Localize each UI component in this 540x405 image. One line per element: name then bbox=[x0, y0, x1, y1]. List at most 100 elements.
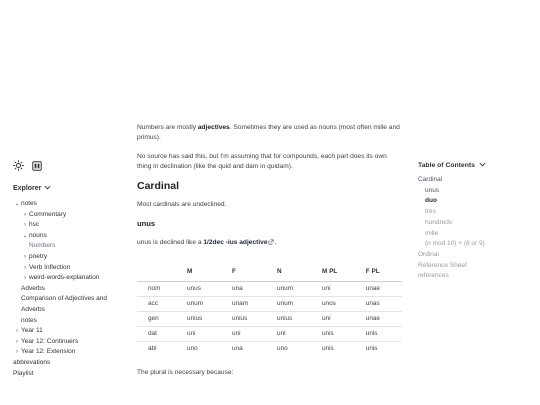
toc-item-unus[interactable]: unus bbox=[418, 186, 528, 197]
tree-file-numbers[interactable]: Numbers bbox=[13, 241, 125, 252]
table-cell: unos bbox=[311, 295, 355, 311]
tree-item-label: Year 12: Continuers bbox=[21, 337, 79, 345]
tree-folder-commentary[interactable]: › Commentary bbox=[13, 210, 125, 221]
table-cell: unius bbox=[176, 310, 222, 326]
table-cell: gen bbox=[137, 310, 177, 326]
table-cell: unae bbox=[354, 310, 397, 326]
heading-unus: unus bbox=[137, 219, 156, 228]
table-cell: unam bbox=[221, 295, 267, 311]
table-row: gen unius unius unius uni unae un bbox=[137, 310, 402, 326]
tree-item-label: poetry bbox=[29, 252, 48, 260]
table-cell: un bbox=[396, 325, 402, 341]
toc-item-references[interactable]: references bbox=[418, 271, 528, 282]
table-cell: uni bbox=[221, 325, 267, 341]
chevron-right-icon: › bbox=[16, 338, 18, 345]
tree-file-abbrevations[interactable]: abbrevations bbox=[13, 358, 125, 369]
tree-item-label: Comparison of Adjectives and Adverbs bbox=[21, 295, 107, 313]
table-cell: unum bbox=[266, 280, 311, 296]
tree-item-label: notes bbox=[21, 316, 37, 324]
table-row: abl uno una uno unis unis un bbox=[137, 340, 402, 356]
tree-folder-hsc[interactable]: › hsc bbox=[13, 220, 125, 231]
tree-folder-year-12-extension[interactable]: › Year 12: Extension bbox=[13, 347, 125, 358]
tree-folder-year-12-continuers[interactable]: › Year 12: Continuers bbox=[13, 337, 125, 348]
link-ius-adjective[interactable]: 1/2dec -ius adjective bbox=[203, 239, 274, 246]
file-tree: ⌄ notes › Commentary › hsc ⌄ nouns Numbers ›… bbox=[13, 199, 125, 379]
declension-table-container[interactable]: M F N M PL F PL N nom unus una unum uni … bbox=[137, 264, 402, 356]
table-cell: abl bbox=[137, 340, 177, 356]
table-cell: acc bbox=[137, 295, 177, 311]
sidebar-toolbar bbox=[13, 160, 42, 171]
tree-folder-poetry[interactable]: › poetry bbox=[13, 252, 125, 263]
table-cell: unis bbox=[311, 340, 355, 356]
chevron-right-icon: › bbox=[24, 222, 26, 229]
tree-folder-nouns[interactable]: ⌄ nouns bbox=[13, 231, 125, 242]
link-text: 1/2dec -ius adjective bbox=[203, 239, 268, 246]
table-cell: unas bbox=[354, 295, 397, 311]
sun-icon[interactable] bbox=[13, 160, 24, 171]
toc-item-hundreds[interactable]: hundreds bbox=[418, 218, 528, 229]
table-cell: un bbox=[396, 295, 402, 311]
text: Numbers are mostly bbox=[137, 124, 198, 131]
chevron-down-icon: ⌄ bbox=[14, 201, 20, 207]
table-cell: unum bbox=[176, 295, 222, 311]
chevron-right-icon: › bbox=[24, 264, 26, 271]
table-cell: una bbox=[221, 340, 267, 356]
tree-folder-notes[interactable]: ⌄ notes bbox=[13, 199, 125, 210]
chevron-right-icon: › bbox=[24, 253, 26, 260]
toc-item-ordinal[interactable]: Ordinal bbox=[418, 250, 528, 261]
chevron-right-icon: › bbox=[16, 349, 18, 356]
table-header-row: M F N M PL F PL N bbox=[137, 264, 402, 281]
toc-item-duo[interactable]: duo bbox=[418, 196, 528, 207]
toc-item-mille[interactable]: mille bbox=[418, 229, 528, 240]
declension-table: M F N M PL F PL N nom unus una unum uni … bbox=[137, 264, 402, 356]
tree-item-label: Playlist bbox=[13, 369, 34, 377]
tree-file-playlist[interactable]: Playlist bbox=[13, 369, 125, 380]
tree-folder-year-11[interactable]: › Year 11 bbox=[13, 326, 125, 337]
toc-item-tres[interactable]: tres bbox=[418, 207, 528, 218]
tree-file-adverbs[interactable]: Adverbs bbox=[13, 284, 125, 295]
toc-toggle[interactable]: Table of Contents bbox=[418, 162, 486, 169]
column-header: N bbox=[277, 268, 282, 276]
tree-folder-verb-inflection[interactable]: › Verb Inflection bbox=[13, 263, 125, 274]
tree-file-notes[interactable]: notes bbox=[13, 316, 125, 327]
table-cell: uni bbox=[266, 325, 311, 341]
tree-item-label: Commentary bbox=[29, 210, 67, 218]
paragraph-compounds: No source has said this, but I'm assumin… bbox=[137, 153, 387, 170]
table-cell: uno bbox=[176, 340, 222, 356]
table-cell: unae bbox=[354, 280, 397, 296]
table-cell: uni bbox=[311, 310, 355, 326]
paragraph-unus: unus is declined like a 1/2dec -ius adje… bbox=[137, 238, 402, 248]
table-cell: unius bbox=[221, 310, 267, 326]
emphasis-adjectives: adjectives bbox=[197, 124, 230, 131]
tree-item-label: Year 11 bbox=[21, 327, 43, 335]
table-row: dat uni uni uni unis unis un bbox=[137, 325, 402, 341]
heading-cardinal: Cardinal bbox=[137, 180, 180, 192]
column-header: F PL bbox=[365, 268, 380, 276]
article-body: Numbers are mostly adjectives. Sometimes… bbox=[137, 123, 402, 387]
reader-mode-icon[interactable] bbox=[32, 160, 42, 171]
column-header: N bbox=[397, 264, 402, 281]
toc-list: Cardinal unus duo tres hundreds mille (n… bbox=[418, 175, 528, 282]
table-cell: un bbox=[396, 280, 402, 296]
table-cell: nom bbox=[137, 280, 177, 296]
chevron-down-icon: ⌄ bbox=[22, 232, 28, 239]
table-cell: uno bbox=[266, 340, 311, 356]
tree-item-label: notes bbox=[21, 200, 37, 207]
tree-item-label: Numbers bbox=[29, 242, 56, 250]
paragraph-intro: Numbers are mostly adjectives. Sometimes… bbox=[137, 123, 402, 143]
toc-item-reference-sheet[interactable]: Reference Sheet bbox=[418, 261, 528, 272]
explorer-toggle[interactable]: Explorer bbox=[13, 185, 51, 192]
tree-file-comparison[interactable]: Comparison of Adjectives and Adverbs bbox=[13, 294, 125, 315]
column-header: F bbox=[232, 268, 236, 276]
tree-item-label: weird-words-explanation bbox=[29, 274, 100, 282]
tree-folder-weird-words[interactable]: › weird-words-explanation bbox=[13, 273, 125, 284]
table-cell: unus bbox=[176, 280, 222, 296]
toc-title: Table of Contents bbox=[418, 162, 475, 169]
chevron-down-icon bbox=[479, 162, 486, 169]
table-cell: dat bbox=[137, 325, 177, 341]
toc-item-n-mod-10[interactable]: (n mod 10) + (8 or 9) bbox=[418, 239, 528, 250]
toc-item-cardinal[interactable]: Cardinal bbox=[418, 175, 528, 186]
text: unus is declined like a bbox=[137, 239, 204, 246]
table-cell: unis bbox=[311, 325, 355, 341]
table-cell: unis bbox=[354, 340, 397, 356]
